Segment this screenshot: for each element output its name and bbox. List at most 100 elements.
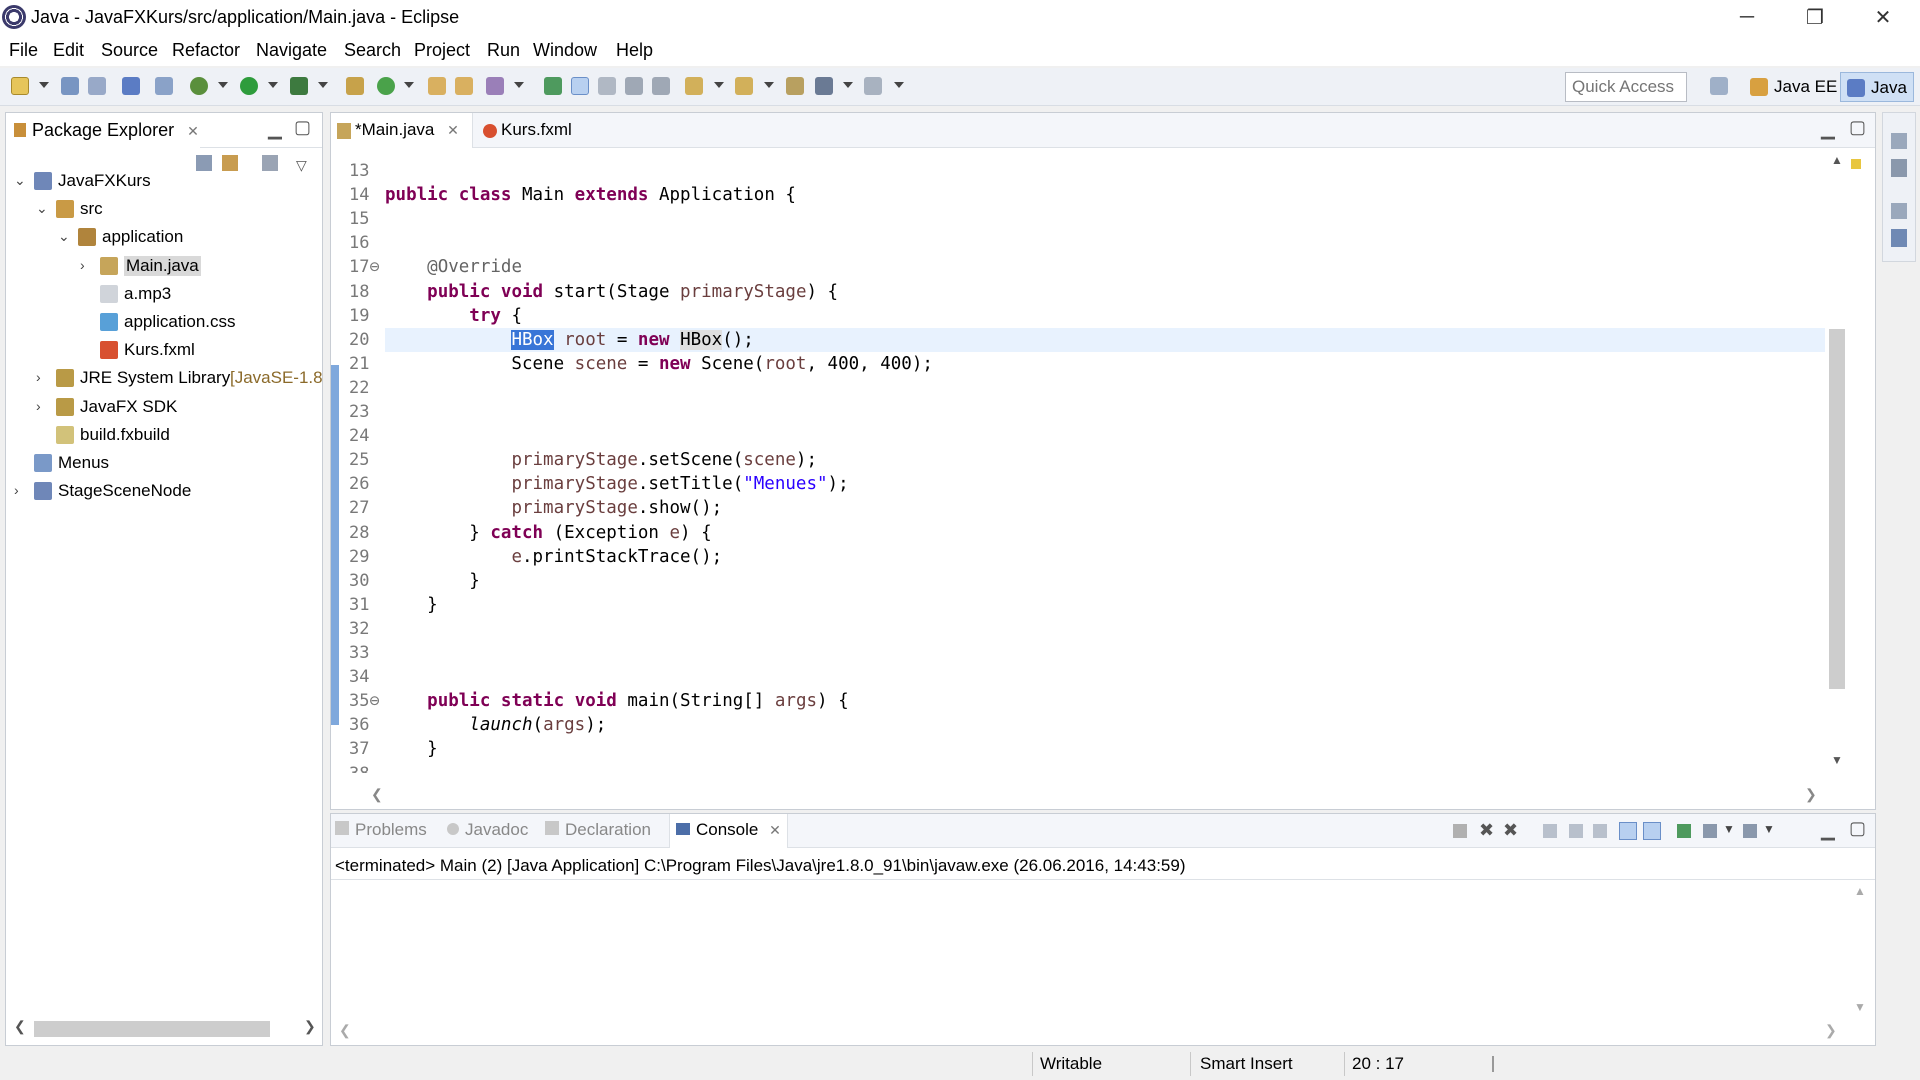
close-tab-icon[interactable]: ✕ [187,123,199,139]
new-java-class-icon[interactable] [377,77,395,95]
word-wrap-icon[interactable] [598,77,616,95]
tree-item[interactable]: build.fxbuild [6,423,322,449]
tree-item[interactable]: › Main.java [6,254,322,280]
perspective-java[interactable]: Java [1840,72,1914,102]
tab-javadoc[interactable]: Javadoc [447,820,528,840]
scroll-up-icon[interactable]: ▲ [1854,884,1866,898]
new-dropdown-icon[interactable] [39,82,49,88]
pin-console-icon[interactable] [1677,824,1691,838]
code-line[interactable]: primaryStage.setScene(scene); [385,450,817,470]
tab-kurs-fxml[interactable]: Kurs.fxml [477,113,587,148]
tree-item[interactable]: › JRE System Library [JavaSE-1.8 [6,366,323,392]
maximize-view-icon[interactable]: ▢ [294,117,311,138]
console-vertical-scrollbar[interactable]: ▲ ▼ [1849,880,1873,1020]
chevron-right-icon[interactable]: › [36,398,41,414]
tab-problems[interactable]: Problems [335,820,427,840]
scroll-lock-icon[interactable] [1569,824,1583,838]
code-line[interactable]: @Override [385,257,522,277]
tab-main-java[interactable]: *Main.java ✕ [331,113,473,148]
code-line[interactable]: } [385,571,480,591]
menu-edit[interactable]: Edit [53,40,84,61]
save-icon[interactable] [61,77,79,95]
console-output[interactable] [331,880,1849,1020]
forward-icon[interactable] [864,77,882,95]
scroll-left-icon[interactable]: ❮ [371,786,383,803]
block-selection-icon[interactable] [625,77,643,95]
tree-item[interactable]: › JavaFX SDK [6,395,322,421]
scroll-right-icon[interactable]: ❯ [1805,786,1817,803]
code-line[interactable]: primaryStage.show(); [385,498,722,518]
open-console-icon[interactable] [1743,824,1757,838]
display-console-dropdown-icon[interactable]: ▼ [1723,822,1735,836]
new-java-package-icon[interactable] [346,77,364,95]
restore-icon[interactable] [1891,133,1907,149]
tree-item[interactable]: application.css [6,310,322,336]
menu-file[interactable]: File [9,40,38,61]
next-annotation-dropdown-icon[interactable] [714,82,724,88]
open-console-icon[interactable] [122,77,140,95]
status-insert-mode[interactable]: Smart Insert [1200,1054,1293,1074]
close-tab-icon[interactable]: ✕ [769,822,781,838]
external-tools-dropdown-icon[interactable] [318,82,328,88]
show-whitespace-icon[interactable] [652,77,670,95]
menu-refactor[interactable]: Refactor [172,40,240,61]
back-icon[interactable] [815,77,833,95]
outline-icon[interactable] [1891,229,1907,247]
horizontal-scrollbar[interactable]: ❮ ❯ [6,1013,322,1043]
code-line[interactable]: } [385,739,438,759]
tab-package-explorer[interactable]: Package Explorer ✕ [6,113,200,148]
search-dropdown-icon[interactable] [514,82,524,88]
restore-button[interactable]: ❐ [1781,0,1849,34]
tree-item[interactable]: › StageSceneNode [6,479,322,505]
code-line[interactable]: Scene scene = new Scene(root, 400, 400); [385,354,933,374]
mark-occurrences-icon[interactable] [571,77,589,95]
editor-horizontal-scrollbar[interactable]: ❮ ❯ [371,786,1821,806]
scroll-right-icon[interactable]: ❯ [1825,1022,1837,1039]
debug-dropdown-icon[interactable] [218,82,228,88]
code-line[interactable]: public static void main(String[] args) { [385,691,849,711]
external-tools-icon[interactable] [290,77,308,95]
terminate-icon[interactable] [1453,824,1467,838]
tree-item[interactable]: ⌄ application [6,225,322,251]
chevron-right-icon[interactable]: › [36,369,41,385]
back-dropdown-icon[interactable] [843,82,853,88]
open-console-dropdown-icon[interactable]: ▼ [1763,822,1775,836]
scrollbar-thumb[interactable] [1829,329,1845,689]
tree-item[interactable]: Menus [6,451,322,477]
remove-all-terminated-icon[interactable]: ✖ [1503,820,1518,841]
scroll-left-icon[interactable]: ❮ [339,1022,351,1039]
chevron-down-icon[interactable]: ⌄ [58,228,70,245]
menu-search[interactable]: Search [344,40,401,61]
tab-declaration[interactable]: Declaration [545,820,651,840]
code-line[interactable]: public class Main extends Application { [385,185,796,205]
minimize-view-icon[interactable]: ▁ [1821,119,1835,140]
previous-annotation-dropdown-icon[interactable] [764,82,774,88]
run-icon[interactable] [240,77,258,95]
tree-item[interactable]: ⌄ JavaFXKurs [6,169,322,195]
chevron-down-icon[interactable]: ⌄ [14,172,26,189]
word-wrap-icon[interactable] [1593,824,1607,838]
tree-item[interactable]: ⌄ src [6,197,322,223]
menu-source[interactable]: Source [101,40,158,61]
forward-dropdown-icon[interactable] [894,82,904,88]
skip-breakpoints-icon[interactable] [155,77,173,95]
overview-ruler-marker[interactable] [1851,159,1861,169]
tree-item[interactable]: a.mp3 [6,282,322,308]
close-tab-icon[interactable]: ✕ [447,122,459,138]
tree-item[interactable]: Kurs.fxml [6,338,322,364]
code-line[interactable]: HBox root = new HBox(); [385,329,754,350]
close-button[interactable]: ✕ [1849,0,1917,34]
menu-help[interactable]: Help [616,40,653,61]
previous-annotation-icon[interactable] [735,77,753,95]
minimize-view-icon[interactable]: ▁ [268,119,282,140]
code-editor[interactable]: 13 14 public class Main extends Applicatio… [331,149,1875,773]
toggle-annotation-icon[interactable] [544,77,562,95]
console-horizontal-scrollbar[interactable]: ❮ ❯ [339,1022,1839,1042]
minimize-view-icon[interactable]: ▁ [1821,820,1835,841]
last-edit-location-icon[interactable] [786,77,804,95]
new-icon[interactable] [11,77,29,95]
clear-console-icon[interactable] [1543,824,1557,838]
code-line[interactable]: } [385,595,438,615]
code-line[interactable]: public void start(Stage primaryStage) { [385,282,838,302]
open-task-icon[interactable] [455,77,473,95]
